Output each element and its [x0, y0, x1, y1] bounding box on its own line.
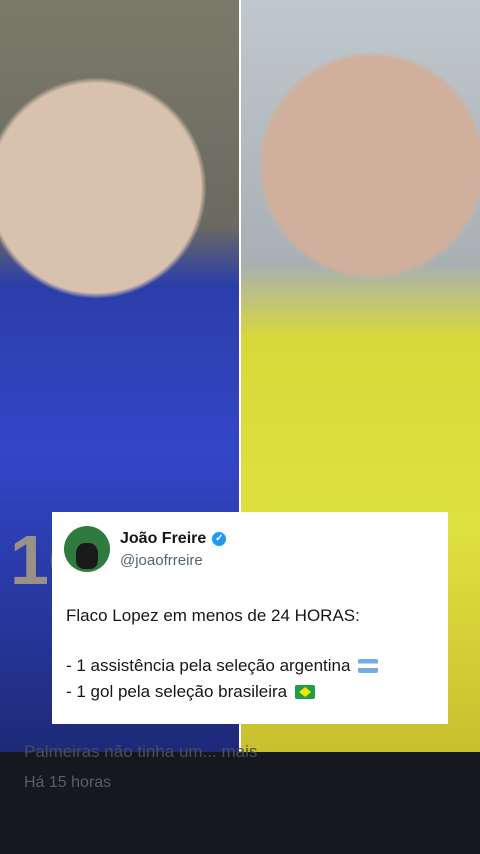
post-caption[interactable]: Palmeiras não tinha um... mais — [24, 742, 257, 762]
author-name-text: João Freire — [120, 530, 207, 547]
tweet-line-goal-text: - 1 gol pela seleção brasileira — [66, 682, 288, 701]
brazil-flag-icon — [295, 685, 316, 699]
tweet-line-assist-text: - 1 assistência pela seleção argentina — [66, 656, 351, 675]
tweet-line-assist: - 1 assistência pela seleção argentina — [66, 656, 379, 676]
post-footer — [0, 752, 480, 854]
argentina-flag-icon — [358, 659, 379, 673]
author-name: João Freire ✓ — [120, 530, 227, 548]
tweet-line-goal: - 1 gol pela seleção brasileira — [66, 682, 316, 702]
tweet-headline: Flaco Lopez em menos de 24 HORAS: — [66, 606, 360, 625]
verified-icon: ✓ — [212, 532, 227, 546]
avatar[interactable] — [64, 526, 110, 572]
post-time: Há 15 horas — [24, 774, 112, 791]
author-handle: @joaofrreire — [120, 552, 203, 569]
tweet-card: João Freire ✓ @joaofrreire Flaco Lopez e… — [52, 512, 448, 724]
